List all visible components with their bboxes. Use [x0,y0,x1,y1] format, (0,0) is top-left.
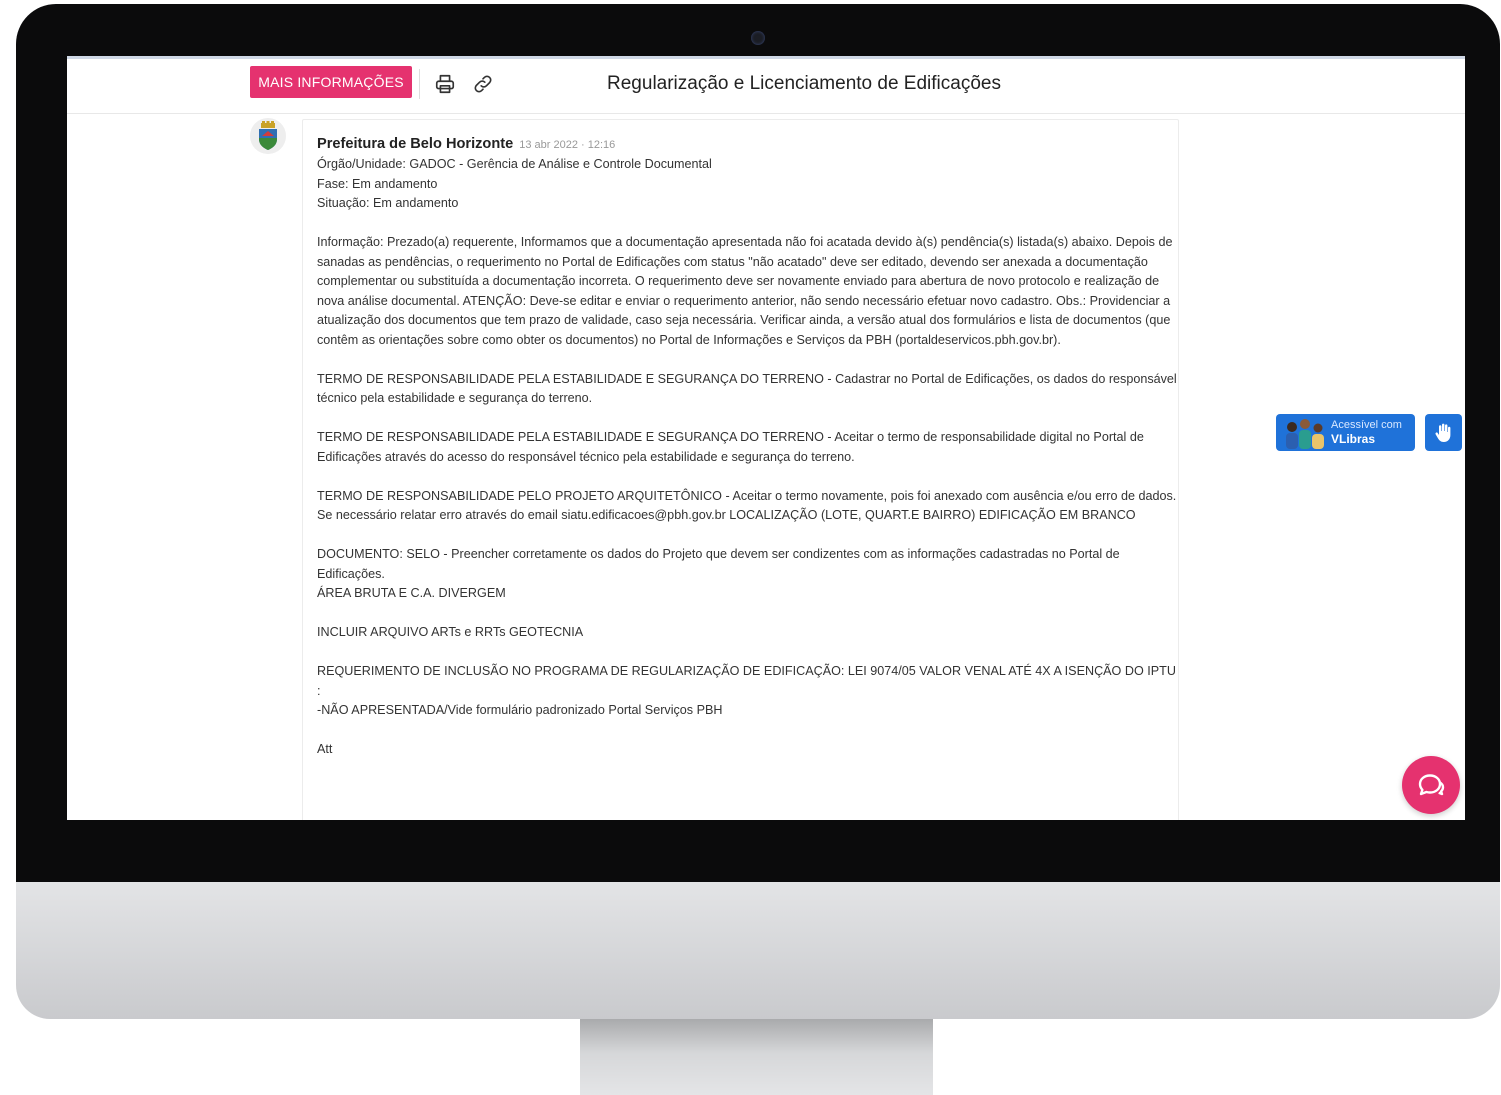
message-author: Prefeitura de Belo Horizonte [317,136,514,152]
more-info-button[interactable]: MAIS INFORMAÇÕES [250,66,412,98]
vlibras-badge[interactable]: Acessível com VLibras [1276,414,1415,451]
pendency-item: REQUERIMENTO DE INCLUSÃO NO PROGRAMA DE … [317,664,1176,698]
message-header: Prefeitura de Belo Horizonte 13 abr 2022 … [317,133,1177,156]
screen: MAIS INFORMAÇÕES Regularização e Licenci… [67,56,1465,820]
monitor-stand [580,1019,933,1095]
orgao-line: Órgão/Unidade: GADOC - Gerência de Análi… [317,157,712,171]
pendency-item: INCLUIR ARQUIVO ARTs e RRTs GEOTECNIA [317,625,584,639]
pendency-item-note: -NÃO APRESENTADA/Vide formulário padroni… [317,703,723,717]
top-bar: MAIS INFORMAÇÕES Regularização e Licenci… [67,59,1465,114]
city-crest-icon [250,118,286,154]
chat-icon [1418,774,1445,796]
pendency-item: TERMO DE RESPONSABILIDADE PELA ESTABILID… [317,371,1177,406]
info-paragraph: Informação: Prezado(a) requerente, Infor… [317,235,1173,347]
vlibras-toggle-button[interactable] [1425,414,1462,451]
chat-button[interactable] [1402,756,1460,814]
link-icon[interactable] [472,73,494,95]
pendency-item: DOCUMENTO: SELO - Preencher corretamente… [317,547,1120,581]
sign-language-hand-icon [1434,423,1450,442]
printer-icon[interactable] [434,73,456,95]
vlibras-label: Acessível com [1331,419,1402,431]
fase-line: Fase: Em andamento [317,176,438,191]
avatar [250,118,286,154]
message-closing: Att [317,742,333,756]
page-title: Regularização e Licenciamento de Edifica… [607,73,1001,94]
message-body: Prefeitura de Belo Horizonte 13 abr 2022 … [317,133,1177,760]
toolbar-divider [419,69,420,99]
vlibras-brand: VLibras [1331,432,1376,446]
pendency-item-note: ÁREA BRUTA E C.A. DIVERGEM [317,586,506,600]
monitor-chin [16,882,1500,1019]
camera [751,31,765,45]
vlibras-people-icon [1286,419,1324,449]
situacao-line: Situação: Em andamento [317,196,459,210]
message-timestamp: 13 abr 2022 · 12:16 [519,139,616,151]
pendency-item: TERMO DE RESPONSABILIDADE PELO PROJETO A… [317,488,1177,523]
pendency-item: TERMO DE RESPONSABILIDADE PELA ESTABILID… [317,430,1144,464]
